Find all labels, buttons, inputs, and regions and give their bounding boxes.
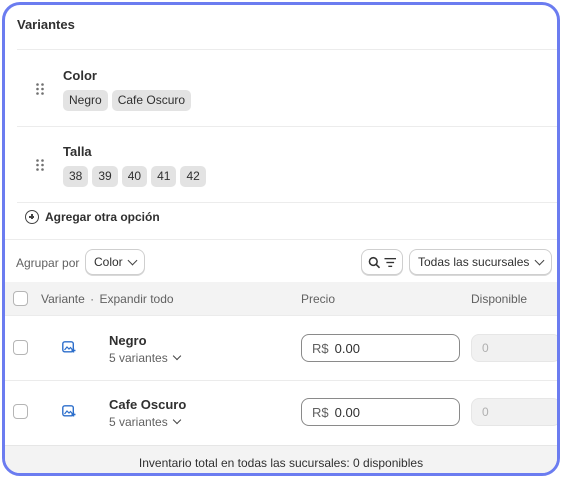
divider xyxy=(5,315,557,316)
chevron-down-icon xyxy=(534,255,545,265)
price-input[interactable]: R$ 0.00 xyxy=(301,334,460,362)
column-header-variant: Variante · Expandir todo xyxy=(41,292,174,306)
variant-group-name[interactable]: Cafe Oscuro xyxy=(109,397,186,412)
location-select-value: Todas las sucursales xyxy=(418,255,530,269)
variant-count-toggle[interactable]: 5 variantes xyxy=(109,351,181,365)
option-value-chip: Cafe Oscuro xyxy=(111,90,192,111)
option-values-talla: 38 39 40 41 42 xyxy=(63,166,206,187)
drag-handle-icon[interactable] xyxy=(35,82,45,96)
variant-count-label: 5 variantes xyxy=(109,351,168,365)
option-value-chip: 38 xyxy=(63,166,89,187)
available-input: 0 xyxy=(471,334,557,362)
location-select[interactable]: Todas las sucursales xyxy=(409,249,552,275)
header-separator: · xyxy=(90,292,95,306)
inventory-total-text: Inventario total en todas las sucursales… xyxy=(138,455,424,470)
variant-header-label: Variante xyxy=(41,292,85,306)
add-image-icon[interactable] xyxy=(62,341,76,353)
column-header-price: Precio xyxy=(301,292,336,306)
available-value: 0 xyxy=(482,341,489,355)
available-input: 0 xyxy=(471,398,557,426)
add-option-label: Agregar otra opción xyxy=(45,210,160,224)
row-checkbox[interactable] xyxy=(13,404,28,419)
add-image-icon[interactable] xyxy=(62,405,76,417)
option-name-talla[interactable]: Talla xyxy=(63,144,92,159)
expand-all-link[interactable]: Expandir todo xyxy=(100,292,174,306)
divider xyxy=(5,239,557,240)
currency-prefix: R$ xyxy=(312,340,329,356)
available-value: 0 xyxy=(482,405,489,419)
option-value-chip: 40 xyxy=(121,166,148,187)
option-value-chip: 42 xyxy=(180,166,206,187)
option-value-chip: 39 xyxy=(92,166,118,187)
column-header-available: Disponible xyxy=(471,292,528,306)
group-by-label: Agrupar por xyxy=(16,256,80,270)
option-value-chip: Negro xyxy=(63,90,108,111)
option-value-chip: 41 xyxy=(151,166,177,187)
drag-handle-icon[interactable] xyxy=(35,158,45,172)
variants-card: Variantes Color Negro Cafe Oscuro Talla … xyxy=(2,2,560,476)
plus-circle-icon xyxy=(25,210,39,224)
search-icon xyxy=(368,256,381,268)
variant-count-label: 5 variantes xyxy=(109,415,168,429)
chevron-down-icon xyxy=(172,351,181,361)
price-value: 0.00 xyxy=(334,340,360,356)
add-option-button[interactable]: Agregar otra opción xyxy=(25,210,160,224)
group-by-value: Color xyxy=(94,255,123,269)
divider xyxy=(5,380,557,381)
divider xyxy=(17,49,557,50)
chevron-down-icon xyxy=(172,415,181,425)
currency-prefix: R$ xyxy=(312,404,329,420)
group-by-select[interactable]: Color xyxy=(85,249,145,275)
inventory-total-footer: Inventario total en todas las sucursales… xyxy=(5,445,557,473)
price-value: 0.00 xyxy=(334,404,360,420)
variant-count-toggle[interactable]: 5 variantes xyxy=(109,415,181,429)
filter-icon xyxy=(383,257,396,267)
divider xyxy=(17,126,557,127)
option-values-color: Negro Cafe Oscuro xyxy=(63,90,192,111)
row-checkbox[interactable] xyxy=(13,340,28,355)
chevron-down-icon xyxy=(127,255,138,265)
select-all-checkbox[interactable] xyxy=(13,291,28,306)
option-name-color[interactable]: Color xyxy=(63,68,97,83)
divider xyxy=(17,202,557,203)
price-input[interactable]: R$ 0.00 xyxy=(301,398,460,426)
search-filter-button[interactable] xyxy=(361,249,403,275)
card-title: Variantes xyxy=(17,17,75,32)
variant-group-name[interactable]: Negro xyxy=(109,333,147,348)
